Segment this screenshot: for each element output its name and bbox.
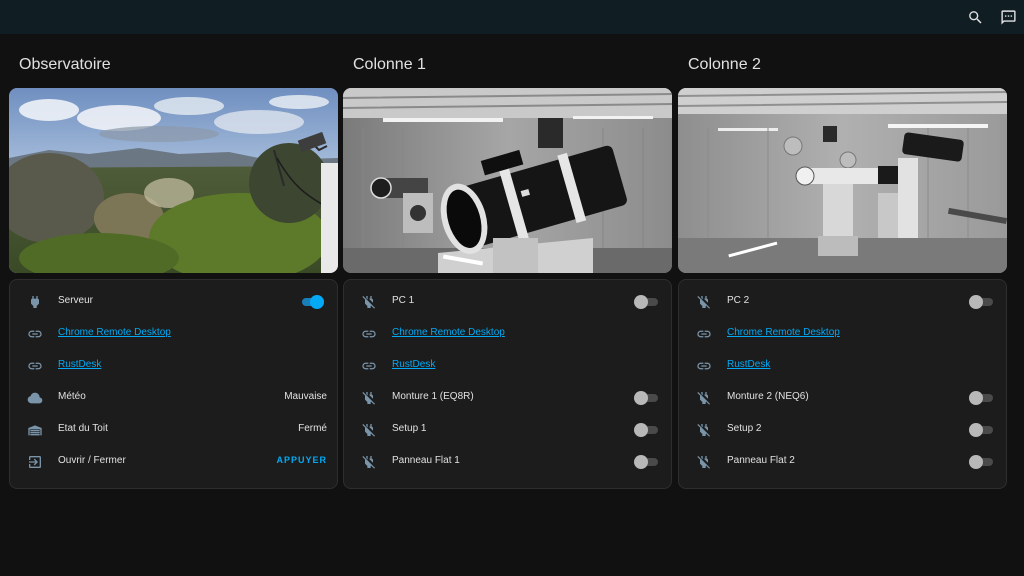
- row-label: Panneau Flat 2: [727, 455, 795, 466]
- monture-1-toggle[interactable]: [634, 391, 658, 405]
- telescope-camera-2[interactable]: [678, 88, 1007, 273]
- row-etat-du-toit: Etat du Toit Fermé: [10, 414, 337, 446]
- link-icon: [359, 324, 379, 344]
- link-icon: [694, 356, 714, 376]
- top-app-bar: [0, 0, 1024, 34]
- row-pc-2: PC 2: [679, 286, 1006, 318]
- pc-2-toggle[interactable]: [969, 295, 993, 309]
- link-icon: [25, 324, 45, 344]
- row-pc-1: PC 1: [344, 286, 671, 318]
- row-panneau-flat-1: Panneau Flat 1: [344, 446, 671, 478]
- row-rustdesk: RustDesk: [344, 350, 671, 382]
- column-title: Colonne 2: [688, 56, 761, 73]
- power-plug-off-icon: [694, 388, 714, 408]
- link-icon: [25, 356, 45, 376]
- row-label: Setup 2: [727, 423, 762, 434]
- power-plug-off-icon: [359, 388, 379, 408]
- sky-landscape-view[interactable]: [9, 88, 338, 273]
- chrome-remote-desktop-link[interactable]: Chrome Remote Desktop: [727, 327, 840, 338]
- monture-2-toggle[interactable]: [969, 391, 993, 405]
- meteo-value: Mauvaise: [284, 391, 327, 402]
- exit-icon: [25, 452, 45, 472]
- row-chrome-remote-desktop: Chrome Remote Desktop: [344, 318, 671, 350]
- row-panneau-flat-2: Panneau Flat 2: [679, 446, 1006, 478]
- row-setup-2: Setup 2: [679, 414, 1006, 446]
- row-chrome-remote-desktop: Chrome Remote Desktop: [10, 318, 337, 350]
- serveur-toggle[interactable]: [300, 295, 324, 309]
- garage-icon: [25, 420, 45, 440]
- power-plug-icon: [25, 292, 45, 312]
- setup-1-toggle[interactable]: [634, 423, 658, 437]
- column-title: Observatoire: [19, 56, 111, 73]
- toit-value: Fermé: [298, 423, 327, 434]
- magnify-icon[interactable]: [964, 6, 986, 28]
- column-title: Colonne 1: [353, 56, 426, 73]
- row-label: Météo: [58, 391, 86, 402]
- row-serveur: Serveur: [10, 286, 337, 318]
- row-rustdesk: RustDesk: [679, 350, 1006, 382]
- pc-1-toggle[interactable]: [634, 295, 658, 309]
- rustdesk-link[interactable]: RustDesk: [58, 359, 101, 370]
- row-label: Ouvrir / Fermer: [58, 455, 126, 466]
- setup-2-toggle[interactable]: [969, 423, 993, 437]
- row-chrome-remote-desktop: Chrome Remote Desktop: [679, 318, 1006, 350]
- row-label: Monture 2 (NEQ6): [727, 391, 809, 402]
- link-icon: [359, 356, 379, 376]
- panneau-flat-1-toggle[interactable]: [634, 455, 658, 469]
- row-monture-1: Monture 1 (EQ8R): [344, 382, 671, 414]
- telescope-camera-1[interactable]: [343, 88, 672, 273]
- row-monture-2: Monture 2 (NEQ6): [679, 382, 1006, 414]
- observatoire-card: Serveur Chrome Remote Desktop RustDesk M…: [9, 279, 338, 489]
- rustdesk-link[interactable]: RustDesk: [392, 359, 435, 370]
- row-rustdesk: RustDesk: [10, 350, 337, 382]
- row-setup-1: Setup 1: [344, 414, 671, 446]
- appuyer-button[interactable]: APPUYER: [276, 455, 327, 465]
- chat-icon[interactable]: [997, 6, 1019, 28]
- power-plug-off-icon: [359, 452, 379, 472]
- link-icon: [694, 324, 714, 344]
- row-label: Monture 1 (EQ8R): [392, 391, 474, 402]
- row-ouvrir-fermer: Ouvrir / Fermer APPUYER: [10, 446, 337, 478]
- chrome-remote-desktop-link[interactable]: Chrome Remote Desktop: [392, 327, 505, 338]
- row-label: Etat du Toit: [58, 423, 108, 434]
- colonne-2-card: PC 2 Chrome Remote Desktop RustDesk Mont…: [678, 279, 1007, 489]
- row-label: Panneau Flat 1: [392, 455, 460, 466]
- row-label: Serveur: [58, 295, 94, 306]
- power-plug-off-icon: [694, 452, 714, 472]
- power-plug-off-icon: [694, 292, 714, 312]
- row-label: Setup 1: [392, 423, 427, 434]
- row-label: PC 1: [392, 295, 415, 306]
- power-plug-off-icon: [359, 292, 379, 312]
- chrome-remote-desktop-link[interactable]: Chrome Remote Desktop: [58, 327, 171, 338]
- panneau-flat-2-toggle[interactable]: [969, 455, 993, 469]
- colonne-1-card: PC 1 Chrome Remote Desktop RustDesk Mont…: [343, 279, 672, 489]
- rustdesk-link[interactable]: RustDesk: [727, 359, 770, 370]
- row-meteo: Météo Mauvaise: [10, 382, 337, 414]
- power-plug-off-icon: [694, 420, 714, 440]
- power-plug-off-icon: [359, 420, 379, 440]
- cloud-icon: [25, 388, 45, 408]
- row-label: PC 2: [727, 295, 750, 306]
